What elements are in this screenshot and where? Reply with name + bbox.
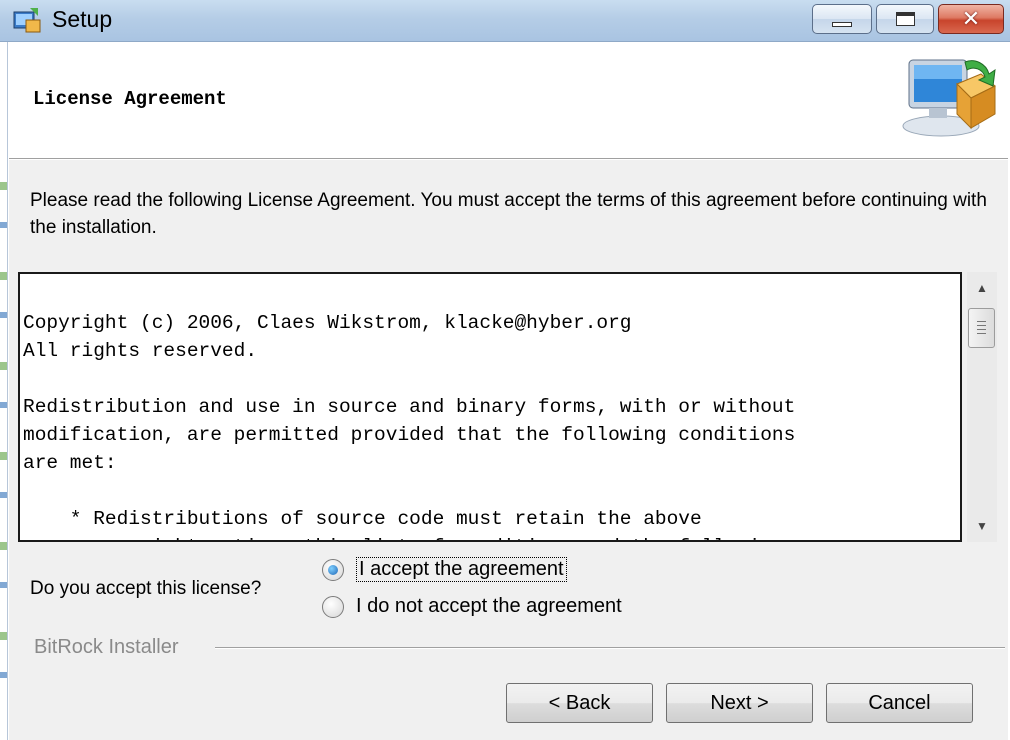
intro-text: Please read the following License Agreem… bbox=[30, 190, 987, 238]
decline-radio[interactable] bbox=[322, 595, 344, 618]
page-title: License Agreement bbox=[33, 88, 227, 110]
grip-icon bbox=[977, 321, 986, 334]
close-icon: ✕ bbox=[961, 6, 981, 31]
scroll-down-icon[interactable]: ▼ bbox=[972, 516, 992, 536]
cancel-button[interactable]: Cancel bbox=[826, 683, 973, 723]
accept-question: Do you accept this license? bbox=[30, 578, 262, 599]
footer-separator bbox=[215, 647, 1005, 649]
computer-install-icon bbox=[902, 59, 996, 137]
minimize-button[interactable] bbox=[812, 4, 872, 34]
window-title: Setup bbox=[52, 6, 113, 32]
installer-brand: BitRock Installer bbox=[34, 636, 179, 658]
window-frame-left bbox=[0, 42, 8, 740]
minimize-icon bbox=[832, 22, 852, 27]
title-bar[interactable]: Setup ✕ bbox=[0, 0, 1010, 42]
scroll-up-icon[interactable]: ▲ bbox=[972, 278, 992, 298]
wizard-body: Please read the following License Agreem… bbox=[9, 160, 1008, 740]
maximize-button[interactable] bbox=[876, 4, 934, 34]
decline-label[interactable]: I do not accept the agreement bbox=[356, 595, 622, 618]
maximize-icon bbox=[896, 12, 915, 26]
accept-option[interactable]: I accept the agreement bbox=[322, 557, 567, 582]
accept-radio[interactable] bbox=[322, 558, 344, 581]
license-text: Copyright (c) 2006, Claes Wikstrom, klac… bbox=[23, 312, 796, 540]
back-button[interactable]: < Back bbox=[506, 683, 653, 723]
close-button[interactable]: ✕ bbox=[938, 4, 1004, 34]
license-text-area[interactable]: Copyright (c) 2006, Claes Wikstrom, klac… bbox=[18, 272, 962, 542]
next-button[interactable]: Next > bbox=[666, 683, 813, 723]
scroll-thumb[interactable] bbox=[968, 308, 995, 348]
decline-option[interactable]: I do not accept the agreement bbox=[322, 595, 622, 618]
background-window-edge bbox=[0, 182, 7, 702]
wizard-header: License Agreement bbox=[9, 42, 1008, 159]
setup-installer-icon bbox=[13, 8, 41, 33]
license-scrollbar[interactable]: ▲ ▼ bbox=[967, 272, 997, 542]
accept-label[interactable]: I accept the agreement bbox=[356, 557, 567, 582]
